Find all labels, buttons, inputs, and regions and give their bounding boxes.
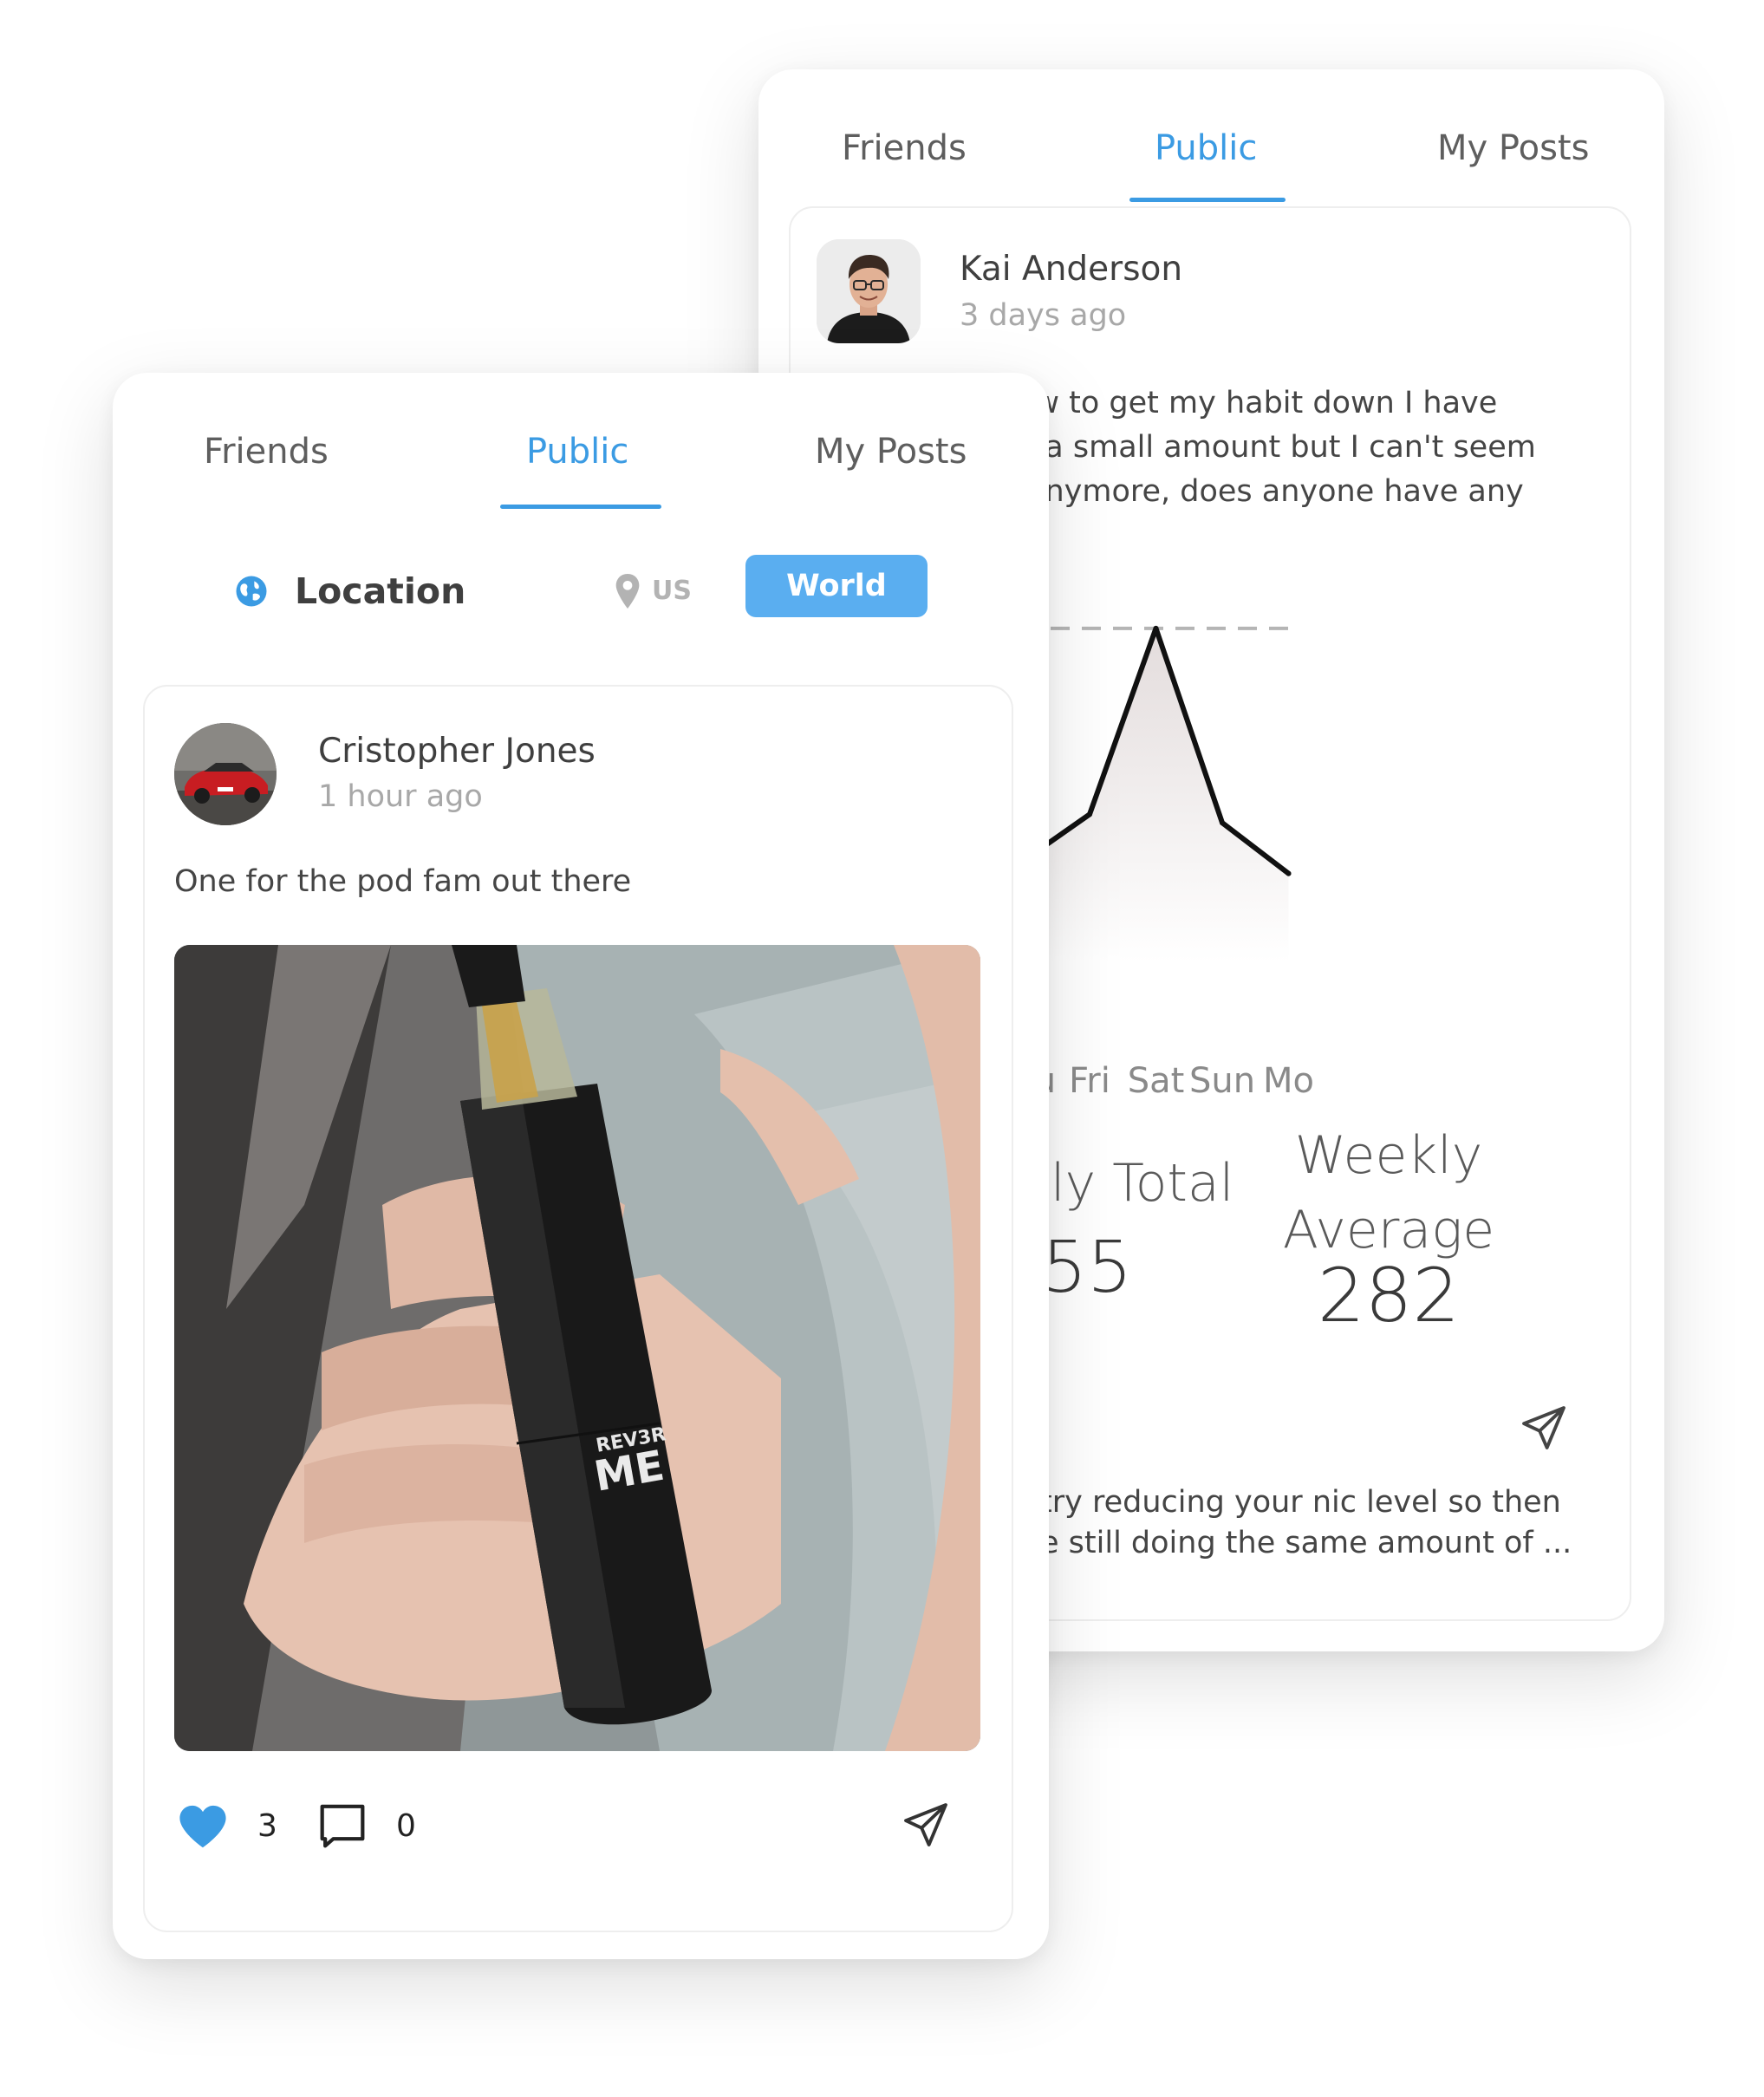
- comment-icon[interactable]: [318, 1801, 367, 1850]
- weekly-average-label: Weekly Average: [1233, 1118, 1545, 1267]
- location-label: Location: [295, 570, 466, 612]
- chart-point: [1286, 870, 1292, 876]
- comment-line: try reducing your nic level so then: [1040, 1485, 1561, 1520]
- weekly-average-label-line: Weekly: [1294, 1125, 1483, 1186]
- post-time: 3 days ago: [960, 298, 1127, 333]
- post-author[interactable]: Kai Anderson: [960, 250, 1182, 289]
- chart-tick-label: Sat: [1128, 1061, 1185, 1101]
- tab-friends[interactable]: Friends: [204, 432, 329, 472]
- chart-point: [1153, 625, 1159, 631]
- total-label: ly Total: [1051, 1153, 1234, 1214]
- map-pin-icon: [615, 574, 640, 609]
- active-tab-indicator: [500, 505, 661, 509]
- chart-tick-label: Sun: [1189, 1061, 1255, 1101]
- chart-point: [1220, 820, 1225, 826]
- us-label: US: [652, 576, 692, 606]
- weekly-average-value: 282: [1317, 1253, 1461, 1339]
- avatar[interactable]: [817, 239, 921, 343]
- post-text-line: anymore, does anyone have any: [1026, 474, 1524, 509]
- share-icon[interactable]: [901, 1800, 951, 1850]
- avatar-photo: [174, 723, 277, 825]
- post-actions: 3 0: [145, 1796, 1012, 1866]
- total-value: 55: [1042, 1227, 1133, 1309]
- vape-photo: REV3R ME: [174, 945, 980, 1751]
- feed-tabs: Friends Public My Posts: [113, 373, 1049, 511]
- avatar[interactable]: [174, 723, 277, 825]
- post-text: ow to get my habit down I have n a small…: [1016, 381, 1536, 514]
- post-photo[interactable]: REV3R ME: [174, 945, 980, 1751]
- like-count: 3: [257, 1808, 277, 1844]
- avatar-photo: [817, 239, 921, 343]
- post-text-line: n a small amount but I can't seem: [1016, 430, 1536, 465]
- tab-public[interactable]: Public: [526, 432, 628, 472]
- world-button[interactable]: World: [745, 555, 928, 617]
- post-text: One for the pod fam out there: [174, 864, 632, 899]
- post-text-line: ow to get my habit down I have: [1016, 386, 1498, 420]
- post-time: 1 hour ago: [318, 779, 483, 814]
- chart-tick-label: Mo: [1263, 1061, 1314, 1101]
- active-tab-indicator: [1129, 198, 1286, 202]
- chart-tick-label: Fri: [1069, 1061, 1110, 1101]
- heart-icon[interactable]: [178, 1803, 228, 1850]
- tab-my-posts[interactable]: My Posts: [815, 432, 967, 472]
- tab-public[interactable]: Public: [1155, 128, 1257, 168]
- globe-icon: [236, 576, 267, 607]
- front-feed-card: Friends Public My Posts Location US Worl…: [113, 373, 1049, 1959]
- comment-count: 0: [396, 1808, 416, 1844]
- top-comment: try reducing your nic level so then e st…: [1040, 1482, 1572, 1564]
- location-filter: Location US World: [113, 555, 1049, 624]
- feed-tabs: Friends Public My Posts: [758, 69, 1664, 208]
- post-card: Cristopher Jones 1 hour ago One for the …: [143, 685, 1013, 1932]
- tab-friends[interactable]: Friends: [842, 128, 967, 168]
- chart-point: [1087, 811, 1092, 817]
- tab-my-posts[interactable]: My Posts: [1437, 128, 1589, 168]
- share-icon[interactable]: [1519, 1403, 1569, 1453]
- post-author[interactable]: Cristopher Jones: [318, 732, 596, 771]
- comment-line: e still doing the same amount of ...: [1040, 1526, 1572, 1560]
